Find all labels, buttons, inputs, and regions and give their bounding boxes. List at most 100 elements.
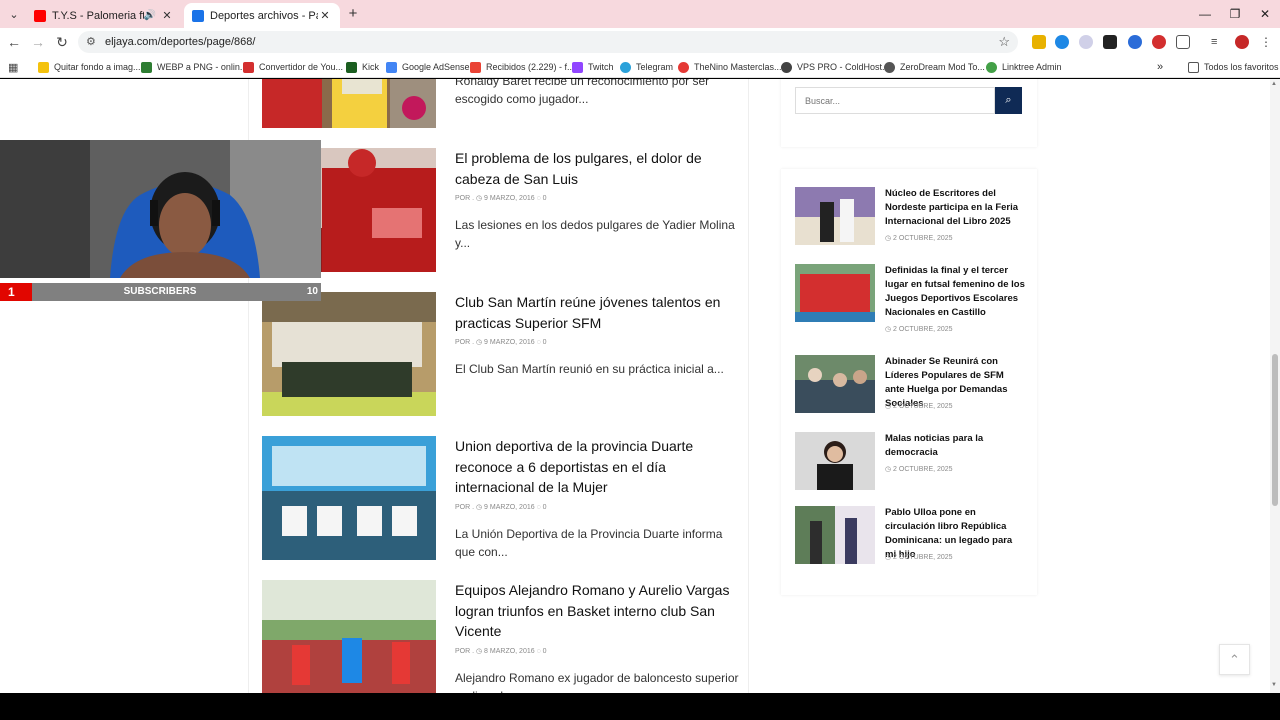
post-thumbnail[interactable]	[795, 187, 875, 245]
bookmark-favicon-icon	[781, 61, 792, 73]
search-icon: ⌕	[1005, 94, 1012, 106]
bookmark-favicon-icon	[678, 61, 689, 73]
scrollbar-thumb[interactable]	[1272, 354, 1278, 506]
extension-icon[interactable]	[1152, 35, 1166, 49]
close-tab-icon[interactable]: ✕	[318, 9, 332, 22]
bookmark-item[interactable]: WEBP a PNG - onlin...	[141, 60, 247, 74]
close-tab-icon[interactable]: ✕	[160, 9, 174, 22]
sidebar-post: Abinader Se Reunirá con Líderes Populare…	[795, 355, 1025, 415]
article-item: Ronaldy Baret recibe un reconocimiento p…	[262, 79, 744, 128]
scroll-up-arrow-icon[interactable]: ▲	[1271, 81, 1277, 87]
address-bar[interactable]: ⚙ eljaya.com/deportes/page/868/ ☆	[78, 31, 1018, 53]
bookmark-favicon-icon	[470, 61, 481, 73]
back-button[interactable]: ←	[5, 33, 23, 51]
page-scrollbar[interactable]: ▲ ▼	[1270, 79, 1280, 693]
post-title[interactable]: Núcleo de Escritores del Nordeste partic…	[885, 187, 1025, 229]
site-favicon-icon	[192, 9, 204, 22]
bookmark-favicon-icon	[346, 61, 357, 73]
post-date: ◷ 2 OCTUBRE, 2025	[885, 326, 953, 333]
post-thumbnail[interactable]	[795, 432, 875, 490]
article-excerpt: La Unión Deportiva de la Provincia Duart…	[455, 527, 723, 559]
post-date: ◷ 2 OCTUBRE, 2025	[885, 403, 953, 410]
forward-button[interactable]: →	[29, 33, 47, 51]
bookmark-item[interactable]: Kick	[346, 60, 379, 74]
media-control-icon[interactable]: ≡	[1211, 35, 1225, 49]
folder-icon	[1188, 61, 1199, 73]
article-thumbnail[interactable]	[262, 580, 436, 693]
post-thumbnail[interactable]	[795, 355, 875, 413]
article-excerpt: Alejandro Romano ex jugador de baloncest…	[455, 671, 739, 693]
site-info-icon[interactable]: ⚙	[86, 35, 96, 48]
bookmark-item[interactable]: ZeroDream Mod To...	[884, 60, 985, 74]
bookmark-favicon-icon	[141, 61, 152, 73]
tab-title: Deportes archivos - Página 868	[210, 9, 318, 22]
article-title[interactable]: Equipos Alejandro Romano y Aurelio Varga…	[455, 580, 740, 642]
article-title[interactable]: Union deportiva de la provincia Duarte r…	[455, 436, 740, 498]
post-title[interactable]: Definidas la final y el tercer lugar en …	[885, 264, 1025, 320]
extension-icon[interactable]	[1032, 35, 1046, 49]
search-widget: ⌕	[781, 79, 1037, 147]
bookmark-item[interactable]: TheNino Masterclas...	[678, 60, 782, 74]
search-button[interactable]: ⌕	[995, 87, 1022, 114]
article-item: Equipos Alejandro Romano y Aurelio Varga…	[262, 580, 744, 693]
close-window-button[interactable]: ✕	[1250, 4, 1280, 24]
post-thumbnail[interactable]	[795, 506, 875, 564]
reload-button[interactable]: ↻	[53, 33, 71, 51]
bookmark-item[interactable]: VPS PRO - ColdHost...	[781, 60, 890, 74]
bookmark-item[interactable]: Convertidor de You...	[243, 60, 343, 74]
restore-button[interactable]: ❐	[1220, 4, 1250, 24]
extensions-puzzle-icon[interactable]	[1176, 35, 1190, 49]
scroll-to-top-button[interactable]: ⌃	[1219, 644, 1250, 675]
article-thumbnail[interactable]	[262, 79, 436, 128]
subscriber-count: 1	[0, 283, 32, 301]
article-thumbnail[interactable]	[262, 436, 436, 560]
post-date: ◷ 2 OCTUBRE, 2025	[885, 235, 953, 242]
bookmark-item[interactable]: Quitar fondo a imag...	[38, 60, 141, 74]
article-list: Ronaldy Baret recibe un reconocimiento p…	[248, 79, 749, 693]
extension-icon[interactable]	[1055, 35, 1069, 49]
tab-youtube[interactable]: T.Y.S - Palomeria ft. Lapiz Co 🔊 ✕	[26, 3, 182, 28]
article-title[interactable]: Club San Martín reúne jóvenes talentos e…	[455, 292, 740, 333]
search-input[interactable]	[795, 87, 995, 114]
post-date: ◷ 2 OCTUBRE, 2025	[885, 466, 953, 473]
new-tab-button[interactable]: +	[344, 5, 362, 23]
extension-icon[interactable]	[1103, 35, 1117, 49]
bookmark-favicon-icon	[386, 61, 397, 73]
tab-search-button[interactable]: ⌄	[4, 4, 24, 24]
bookmark-item[interactable]: Telegram	[620, 60, 673, 74]
bookmark-item[interactable]: Google AdSense	[386, 60, 470, 74]
article-item: Union deportiva de la provincia Duarte r…	[262, 436, 744, 560]
extension-icon[interactable]	[1128, 35, 1142, 49]
tab-deportes[interactable]: Deportes archivos - Página 868 ✕	[184, 3, 340, 28]
chevron-up-icon: ⌃	[1229, 652, 1240, 667]
tab-title: T.Y.S - Palomeria ft. Lapiz Co	[52, 9, 144, 22]
more-bookmarks-chevron-icon[interactable]: »	[1157, 60, 1163, 74]
bookmark-item[interactable]: Twitch	[572, 60, 614, 74]
all-bookmarks-folder[interactable]: Todos los favoritos	[1188, 60, 1279, 74]
article-item: El problema de los pulgares, el dolor de…	[262, 148, 744, 272]
minimize-button[interactable]: —	[1190, 4, 1220, 24]
menu-kebab-icon[interactable]: ⋮	[1259, 35, 1273, 49]
article-excerpt: El Club San Martín reunió en su práctica…	[455, 362, 724, 376]
sidebar-post: Malas noticias para la democracia ◷ 2 OC…	[795, 432, 1025, 492]
profile-avatar[interactable]	[1235, 35, 1249, 49]
post-title[interactable]: Malas noticias para la democracia	[885, 432, 1025, 460]
sidebar-post: Pablo Ulloa pone en circulación libro Re…	[795, 506, 1025, 566]
bookmark-favicon-icon	[884, 61, 895, 73]
webcam-overlay	[0, 140, 321, 278]
article-item: Club San Martín reúne jóvenes talentos e…	[262, 292, 744, 416]
post-thumbnail[interactable]	[795, 264, 875, 322]
youtube-icon	[34, 9, 46, 22]
bookmark-item[interactable]: Recibidos (2.229) - f...	[470, 60, 575, 74]
article-thumbnail[interactable]	[262, 292, 436, 416]
recent-posts-widget: Núcleo de Escritores del Nordeste partic…	[781, 169, 1037, 595]
article-title[interactable]: El problema de los pulgares, el dolor de…	[455, 148, 740, 189]
bookmark-star-icon[interactable]: ☆	[998, 34, 1010, 50]
bookmark-item[interactable]: Linktree Admin	[986, 60, 1062, 74]
speaker-icon[interactable]: 🔊	[144, 10, 156, 21]
scroll-down-arrow-icon[interactable]: ▼	[1271, 682, 1277, 688]
subscriber-goal-bar: 1 SUBSCRIBERS 10	[0, 283, 321, 301]
apps-grid-icon[interactable]: ▦	[8, 60, 18, 74]
extension-icon[interactable]	[1079, 35, 1093, 49]
subscriber-goal: 10	[306, 286, 318, 297]
